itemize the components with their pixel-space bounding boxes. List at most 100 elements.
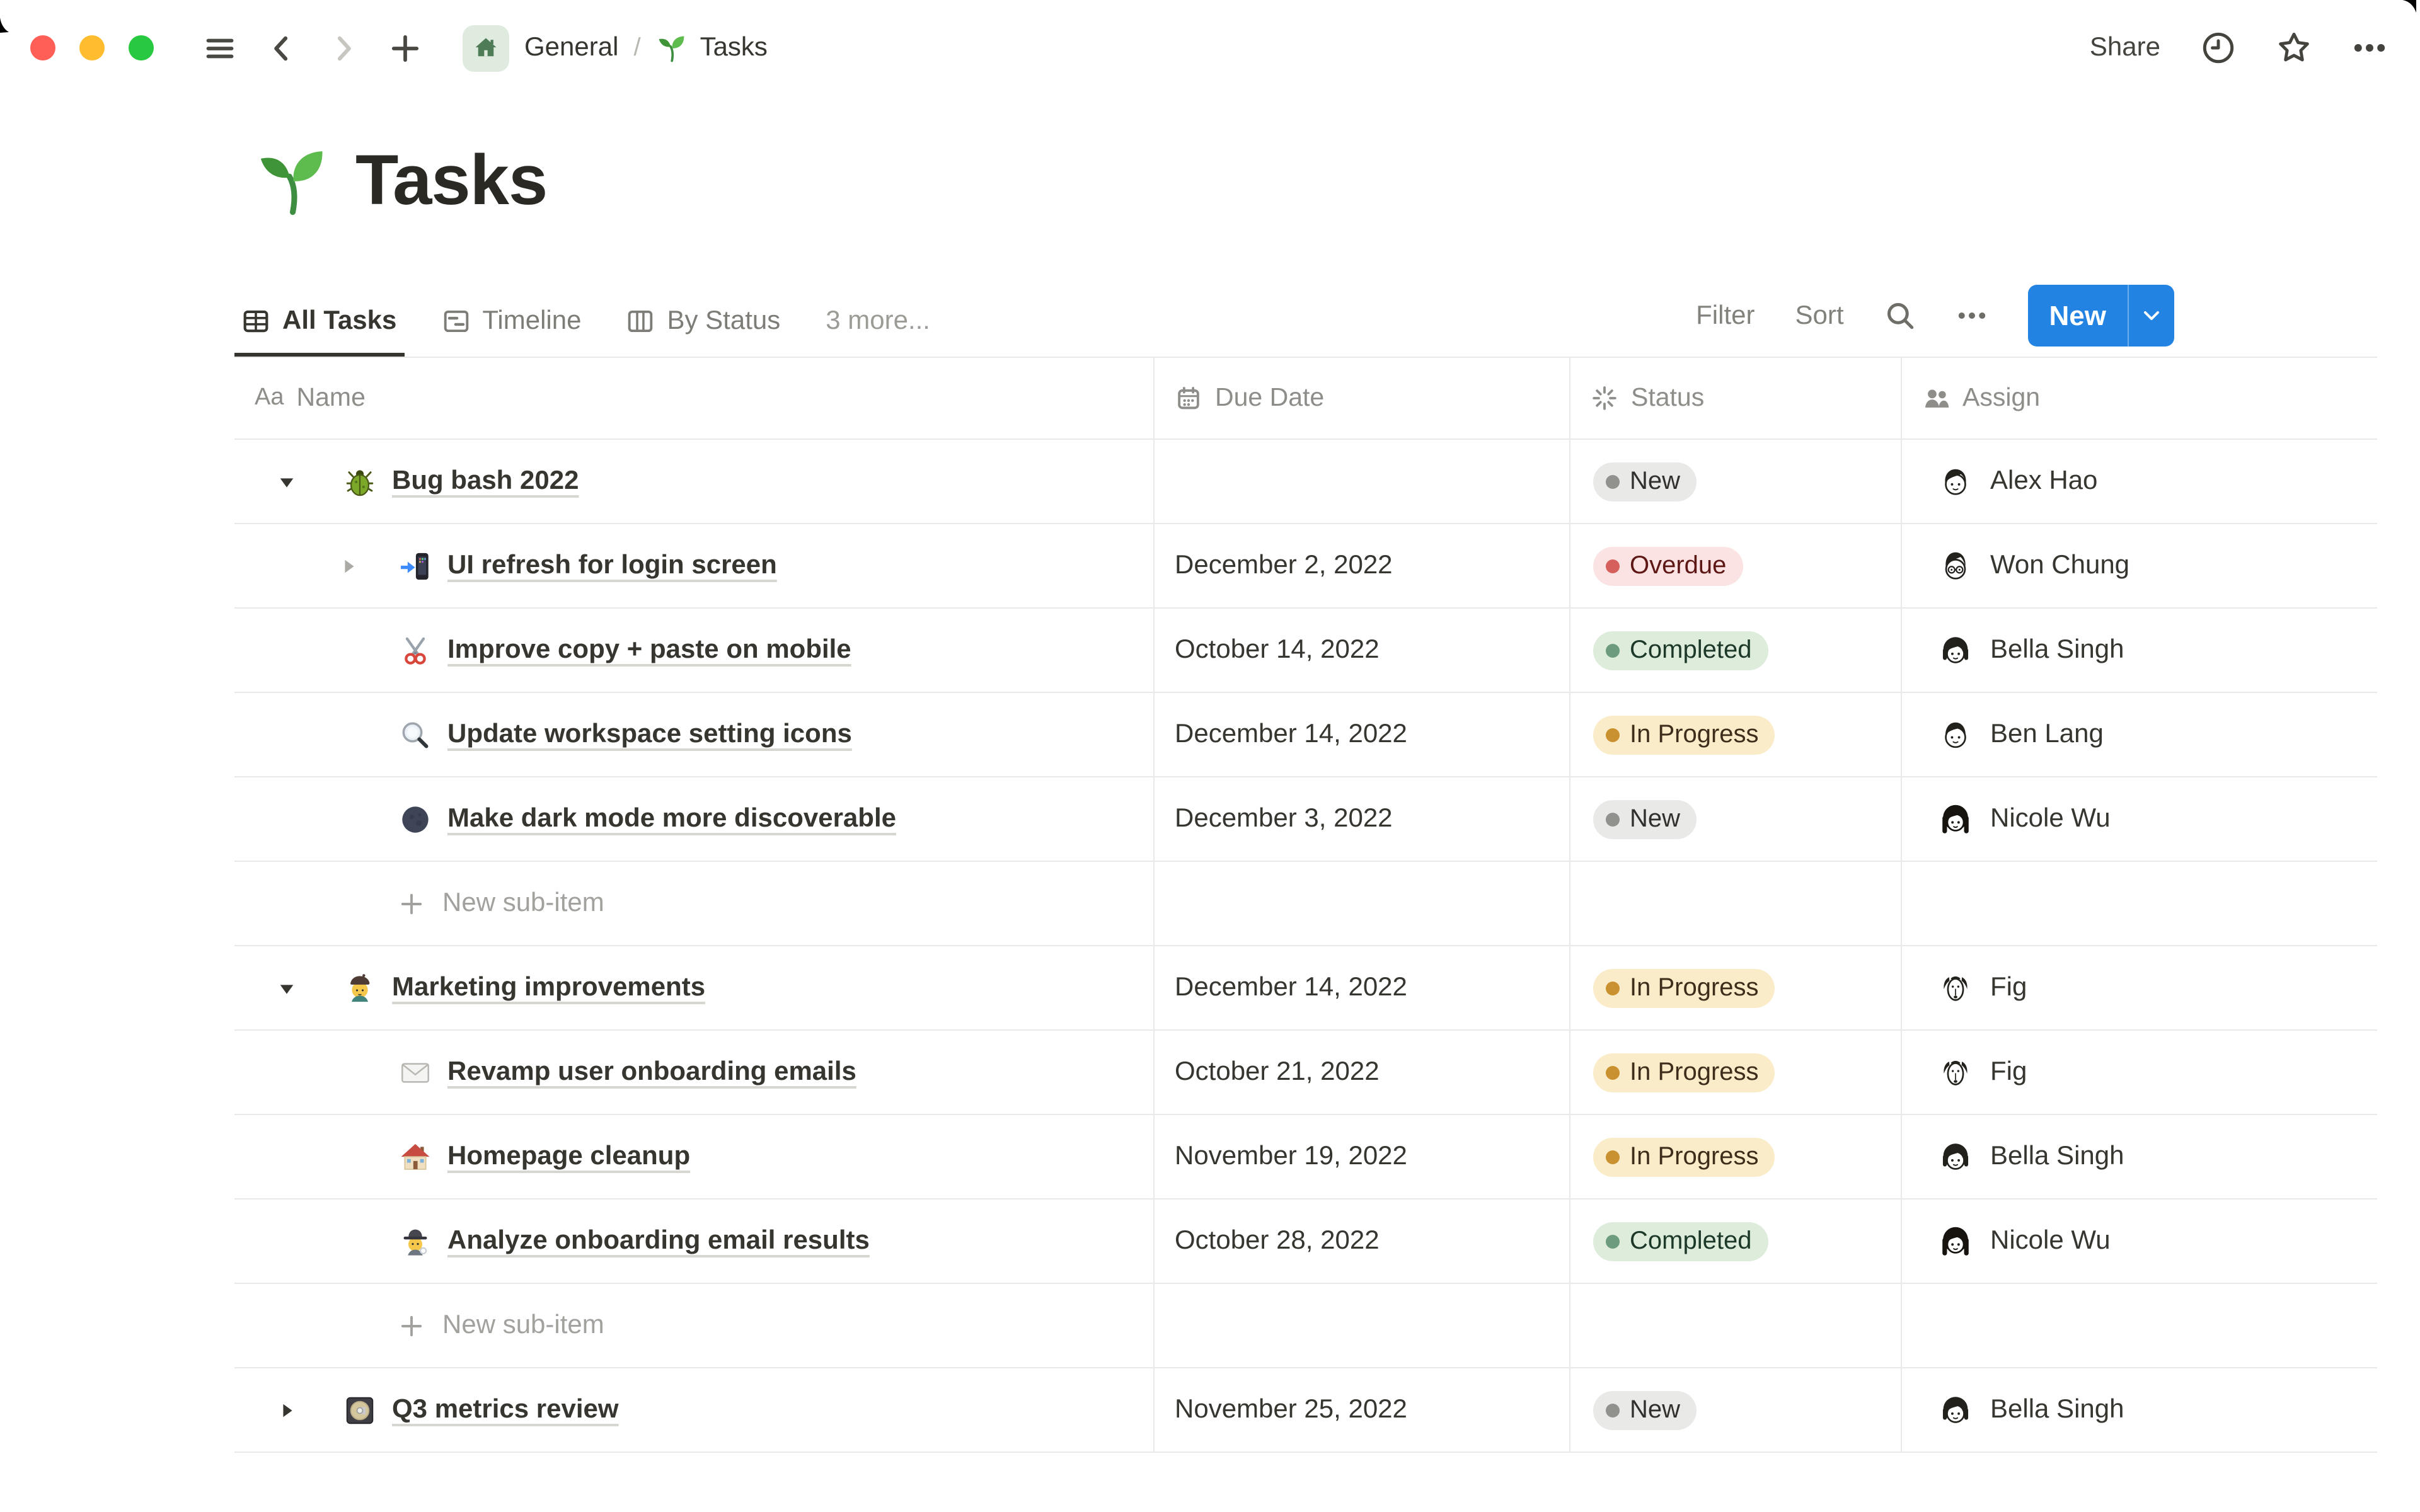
expand-toggle-icon[interactable]: [270, 1394, 302, 1426]
share-button[interactable]: Share: [2090, 33, 2160, 63]
minimize-window-button[interactable]: [79, 35, 105, 60]
updates-clock-icon[interactable]: [2201, 30, 2236, 66]
table-row: Homepage cleanup November 19, 2022 In Pr…: [234, 1115, 2377, 1200]
task-title[interactable]: Improve copy + paste on mobile: [447, 635, 851, 665]
status-cell[interactable]: In Progress: [1570, 1115, 1902, 1198]
notion-window: General / Tasks Share Tasks All Tasks Ti…: [0, 0, 2420, 1512]
task-title[interactable]: Bug bash 2022: [392, 466, 579, 496]
status-cell[interactable]: In Progress: [1570, 946, 1902, 1029]
status-badge: In Progress: [1593, 1137, 1775, 1176]
task-title[interactable]: Q3 metrics review: [392, 1395, 619, 1425]
task-title[interactable]: UI refresh for login screen: [447, 551, 777, 581]
column-header-name[interactable]: Aa Name: [234, 358, 1155, 438]
status-cell[interactable]: Overdue: [1570, 524, 1902, 607]
view-options-icon[interactable]: [1956, 300, 1988, 331]
tab-timeline[interactable]: Timeline: [434, 306, 589, 357]
breadcrumb-separator: /: [633, 33, 641, 61]
filter-button[interactable]: Filter: [1696, 301, 1754, 331]
table-row: Q3 metrics review November 25, 2022 New …: [234, 1368, 2377, 1453]
status-cell[interactable]: New: [1570, 1368, 1902, 1452]
status-cell[interactable]: Completed: [1570, 609, 1902, 692]
task-title[interactable]: Analyze onboarding email results: [447, 1226, 870, 1256]
due-date-cell[interactable]: October 14, 2022: [1155, 609, 1570, 692]
assignee-cell[interactable]: Alex Hao: [1902, 440, 2377, 523]
assignee-cell[interactable]: Nicole Wu: [1902, 777, 2377, 861]
detective-emoji: [403, 1228, 427, 1255]
man-artist-emoji: [350, 973, 370, 1002]
avatar: [1937, 716, 1974, 753]
avatar: [1937, 1392, 1974, 1428]
task-title[interactable]: Marketing improvements: [392, 973, 705, 1003]
status-cell[interactable]: New: [1570, 777, 1902, 861]
home-icon[interactable]: [463, 25, 509, 71]
new-sub-item-row[interactable]: New sub-item: [234, 862, 2377, 946]
status-cell[interactable]: In Progress: [1570, 1031, 1902, 1114]
new-dropdown-chevron-icon[interactable]: [2129, 285, 2174, 346]
due-date-cell[interactable]: October 21, 2022: [1155, 1031, 1570, 1114]
tab-more-views[interactable]: 3 more...: [818, 306, 938, 357]
due-date-cell[interactable]: December 14, 2022: [1155, 946, 1570, 1029]
table-view-icon: [242, 307, 270, 335]
task-title[interactable]: Update workspace setting icons: [447, 719, 852, 750]
close-window-button[interactable]: [30, 35, 55, 60]
seedling-emoji: [252, 139, 333, 220]
due-date-cell[interactable]: [1155, 440, 1570, 523]
due-date-cell[interactable]: November 19, 2022: [1155, 1115, 1570, 1198]
new-moon-emoji: [402, 806, 429, 832]
assignee-cell[interactable]: Nicole Wu: [1902, 1200, 2377, 1283]
envelope-emoji: [401, 1062, 429, 1082]
search-icon[interactable]: [1884, 300, 1916, 331]
task-title[interactable]: Make dark mode more discoverable: [447, 804, 896, 834]
new-page-icon[interactable]: [382, 25, 427, 71]
assignee-cell[interactable]: Ben Lang: [1902, 693, 2377, 776]
house-emoji: [401, 1143, 430, 1169]
status-badge: New: [1593, 799, 1697, 839]
more-options-icon[interactable]: [2352, 30, 2387, 66]
window-corner-artifact: [2402, 0, 2416, 13]
due-date-cell[interactable]: December 14, 2022: [1155, 693, 1570, 776]
new-button[interactable]: New: [2027, 285, 2174, 346]
favorite-star-icon[interactable]: [2276, 30, 2312, 66]
forward-button[interactable]: [320, 25, 366, 71]
collapse-toggle-icon[interactable]: [270, 465, 302, 498]
status-badge: In Progress: [1593, 968, 1775, 1007]
status-cell[interactable]: Completed: [1570, 1200, 1902, 1283]
assignee-cell[interactable]: Bella Singh: [1902, 1115, 2377, 1198]
tab-all-tasks[interactable]: All Tasks: [234, 306, 405, 357]
assignee-cell[interactable]: Bella Singh: [1902, 1368, 2377, 1452]
status-cell[interactable]: In Progress: [1570, 693, 1902, 776]
table-row: Improve copy + paste on mobile October 1…: [234, 609, 2377, 693]
due-date-cell[interactable]: October 28, 2022: [1155, 1200, 1570, 1283]
assignee-cell[interactable]: Won Chung: [1902, 524, 2377, 607]
zoom-window-button[interactable]: [129, 35, 154, 60]
plus-icon: [398, 890, 425, 917]
back-button[interactable]: [258, 25, 304, 71]
collapse-toggle-icon[interactable]: [270, 971, 302, 1004]
assignee-cell[interactable]: Fig: [1902, 1031, 2377, 1114]
table-row: Bug bash 2022 New Alex Hao: [234, 440, 2377, 524]
breadcrumb-root[interactable]: General: [524, 33, 618, 63]
assignee-cell[interactable]: Fig: [1902, 946, 2377, 1029]
status-badge: New: [1593, 462, 1697, 501]
window-corner-artifact: [0, 18, 9, 33]
beetle-emoji: [346, 469, 374, 496]
due-date-cell[interactable]: November 25, 2022: [1155, 1368, 1570, 1452]
assignee-cell[interactable]: Bella Singh: [1902, 609, 2377, 692]
task-title[interactable]: Homepage cleanup: [447, 1142, 690, 1172]
column-header-due-date[interactable]: Due Date: [1155, 358, 1570, 438]
due-date-cell[interactable]: December 3, 2022: [1155, 777, 1570, 861]
breadcrumb-page[interactable]: Tasks: [700, 33, 768, 63]
table-row: Revamp user onboarding emails October 21…: [234, 1031, 2377, 1115]
tab-by-status[interactable]: By Status: [619, 306, 788, 357]
column-header-assign[interactable]: Assign: [1902, 358, 2377, 438]
sidebar-menu-icon[interactable]: [197, 25, 242, 71]
tasks-table: Aa Name Due Date Status Assign Bug bash …: [234, 358, 2377, 1453]
task-title[interactable]: Revamp user onboarding emails: [447, 1057, 856, 1087]
new-sub-item-row[interactable]: New sub-item: [234, 1284, 2377, 1368]
expand-toggle-icon[interactable]: [331, 549, 364, 582]
status-badge: Completed: [1593, 631, 1768, 670]
status-cell[interactable]: New: [1570, 440, 1902, 523]
due-date-cell[interactable]: December 2, 2022: [1155, 524, 1570, 607]
column-header-status[interactable]: Status: [1570, 358, 1902, 438]
sort-button[interactable]: Sort: [1795, 301, 1843, 331]
